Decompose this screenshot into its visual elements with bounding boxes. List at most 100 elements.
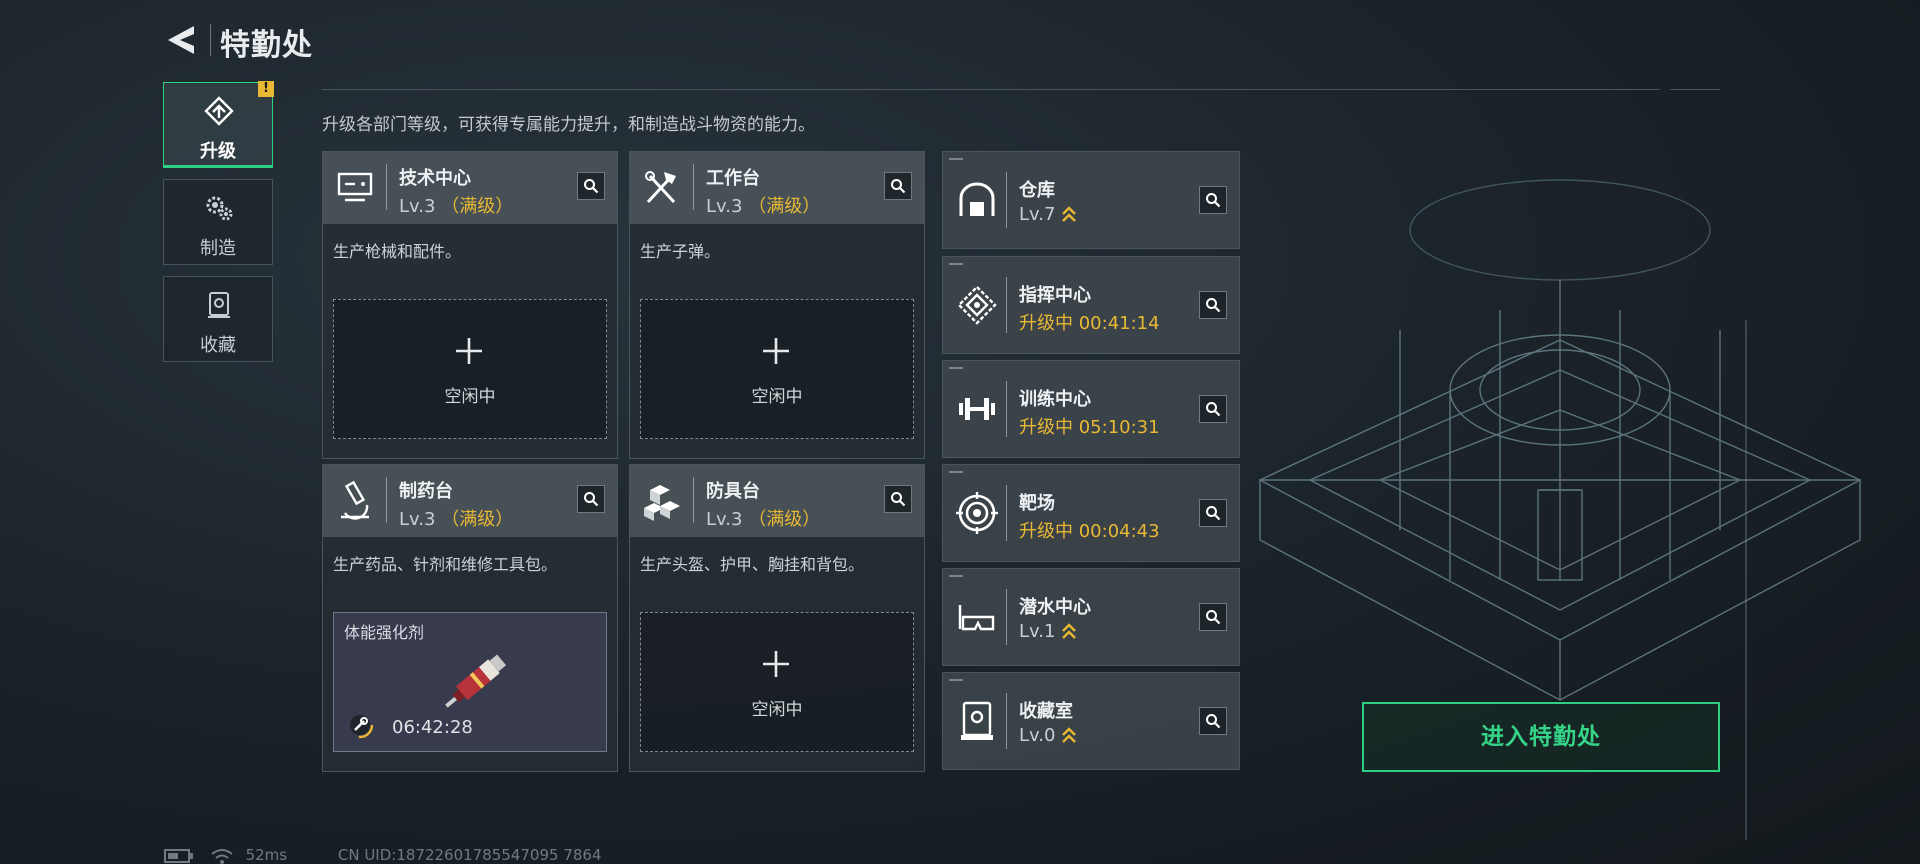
upgrade-available-icon [1062,727,1077,743]
facility-card-collection-room[interactable]: 收藏室 Lv.0 [942,672,1240,770]
wifi-icon [211,848,233,864]
tab-upgrade-label: 升级 [200,141,236,162]
facility-name: 训练中心 [1019,389,1091,410]
production-slot-active[interactable]: 体能强化剂 06:42:28 [333,612,607,752]
battery-icon [164,848,193,863]
plus-icon [763,338,789,364]
search-icon [891,179,906,194]
search-icon [584,492,599,507]
stimulant-injector-icon [445,654,507,708]
idle-label: 空闲中 [751,700,803,720]
upgrade-timer: 05:10:31 [1078,417,1160,438]
dept-card-armor[interactable]: 防具台 Lv.3 （满级） 生产头盔、护甲、胸挂和背包。 空闲中 [629,464,925,772]
production-timer: 06:42:28 [392,717,473,738]
facility-card-shooting-range[interactable]: 靶场 升级中 00:04:43 [942,464,1240,562]
search-icon [1206,506,1221,521]
maxed-label: （满级） [748,196,821,217]
dept-level: Lv.3 （满级） [399,196,514,217]
facility-name: 靶场 [1019,493,1055,514]
facility-upgrade-status: 升级中 05:10:31 [1019,417,1160,438]
corner-mark [949,471,963,473]
inspect-button[interactable] [884,172,912,200]
upgrade-timer: 00:04:43 [1078,521,1160,542]
plus-icon [456,338,482,364]
tab-upgrade[interactable]: 升级 ! [163,81,274,168]
dept-name: 防具台 [706,481,760,502]
facility-card-command-center[interactable]: 指挥中心 升级中 00:41:14 [942,256,1240,354]
upgrade-available-icon [1062,623,1077,639]
search-icon [1206,610,1221,625]
facility-card-diving-center[interactable]: 潜水中心 Lv.1 [942,568,1240,666]
inspect-button[interactable] [1199,291,1227,319]
inspect-button[interactable] [1199,603,1227,631]
dept-card-pharmacy[interactable]: 制药台 Lv.3 （满级） 生产药品、针剂和维修工具包。 体能强化剂 06:42… [322,464,618,772]
header-divider [210,24,211,56]
search-icon [1206,298,1221,313]
enter-special-ops-button[interactable]: 进入特勤处 [1362,702,1720,772]
ping-value: 52ms [245,846,288,864]
inspect-button[interactable] [1199,395,1227,423]
card-header: 防具台 Lv.3 （满级） [630,465,924,537]
dept-level: Lv.3 （满级） [706,196,821,217]
upgrade-timer: 00:41:14 [1078,313,1160,334]
tab-craft-label: 制造 [200,238,236,259]
facility-name: 潜水中心 [1019,597,1091,618]
card-separator [1006,277,1007,333]
dept-description: 生产枪械和配件。 [333,242,462,261]
facility-upgrade-status: 升级中 00:04:43 [1019,521,1160,542]
facility-level: Lv.1 [1019,621,1077,642]
production-slot-idle[interactable]: 空闲中 [640,612,914,752]
workbench-tools-icon [645,171,676,204]
production-slot-idle[interactable]: 空闲中 [640,299,914,439]
corner-mark [949,158,963,160]
wrench-timer-icon [346,711,374,739]
facility-card-training-center[interactable]: 训练中心 升级中 05:10:31 [942,360,1240,458]
search-icon [584,179,599,194]
tab-collection[interactable]: 收藏 [163,276,273,362]
maxed-label: （满级） [441,196,514,217]
idle-label: 空闲中 [444,387,496,407]
display-case-icon [961,701,993,740]
card-header: 技术中心 Lv.3 （满级） [323,152,617,224]
tech-center-icon [337,172,373,202]
production-slot-idle[interactable]: 空闲中 [333,299,607,439]
upgrade-available-icon [1062,206,1077,222]
dept-name: 制药台 [399,481,453,502]
card-separator [693,164,694,210]
inspect-button[interactable] [1199,499,1227,527]
inspect-button[interactable] [884,485,912,513]
search-icon [891,492,906,507]
inspect-button[interactable] [1199,186,1227,214]
back-arrow-icon [168,26,194,54]
dept-card-workbench[interactable]: 工作台 Lv.3 （满级） 生产子弹。 空闲中 [629,151,925,459]
dept-name: 工作台 [706,168,760,189]
facility-name: 指挥中心 [1019,285,1091,306]
facility-level: Lv.7 [1019,204,1077,225]
diving-goggles-icon [958,605,995,631]
inspect-button[interactable] [1199,707,1227,735]
back-button[interactable] [164,20,204,60]
corner-mark [949,367,963,369]
dept-name: 技术中心 [399,168,471,189]
dept-card-tech-center[interactable]: 技术中心 Lv.3 （满级） 生产枪械和配件。 空闲中 [322,151,618,459]
status-bar: 52ms CN UID:18722601785547095 7864 [164,846,612,864]
target-icon [956,492,998,534]
page-description: 升级各部门等级，可获得专属能力提升，和制造战斗物资的能力。 [322,115,815,135]
facility-card-warehouse[interactable]: 仓库 Lv.7 [942,151,1240,249]
plus-icon [763,651,789,677]
card-header: 制药台 Lv.3 （满级） [323,465,617,537]
facility-level: Lv.0 [1019,725,1077,746]
card-separator [1006,589,1007,645]
search-icon [1206,193,1221,208]
armor-blocks-icon [644,485,680,521]
inspect-button[interactable] [577,485,605,513]
card-separator [1006,381,1007,437]
tab-craft[interactable]: 制造 [163,179,273,265]
decorative-line [1745,320,1747,840]
search-icon [1206,402,1221,417]
upgrade-icon [204,96,234,126]
inspect-button[interactable] [577,172,605,200]
corner-mark [949,263,963,265]
collection-icon [208,292,230,318]
dept-description: 生产子弹。 [640,242,721,261]
